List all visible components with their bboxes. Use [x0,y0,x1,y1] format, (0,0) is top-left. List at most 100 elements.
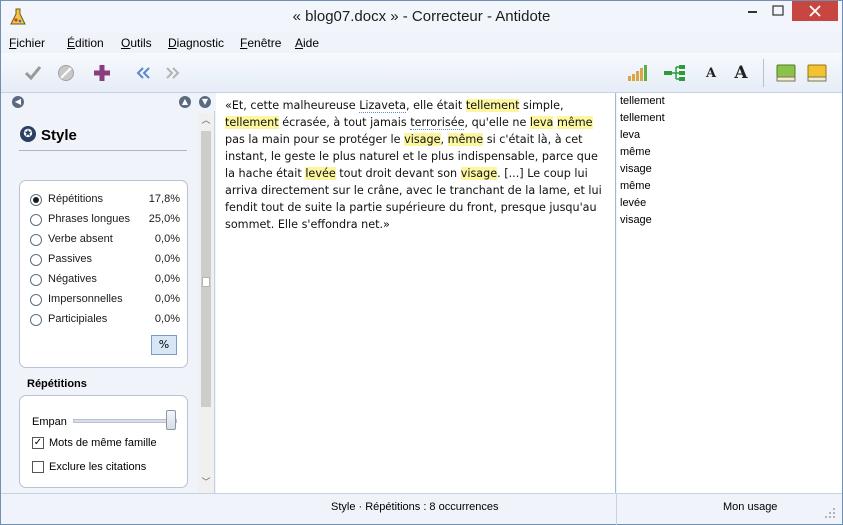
occurrence-item[interactable]: tellement [620,112,665,124]
radio-label: Participiales [48,313,108,325]
radio-option-6[interactable]: Participiales 0,0% [30,312,180,328]
resize-grip-icon[interactable] [824,507,836,519]
checkbox-exclude-quotes-label: Exclure les citations [49,461,147,473]
empan-slider-thumb[interactable] [166,410,176,430]
guides-button[interactable] [806,62,828,84]
radio-value: 0,0% [154,273,180,285]
occurrence-item[interactable]: même [620,180,651,192]
ignore-button[interactable] [55,62,77,84]
text-segment: écrasée, à tout jamais [278,116,411,129]
toolbar-separator [763,59,764,87]
radio-button[interactable] [30,254,42,266]
structure-button[interactable] [663,62,685,84]
radio-option-5[interactable]: Impersonnelles 0,0% [30,292,180,308]
repetition-highlight: visage [460,167,498,180]
maximize-button[interactable] [765,1,791,21]
book-green-icon [776,64,796,82]
previous-button[interactable] [132,62,154,84]
radio-value: 0,0% [154,293,180,305]
text-segment: pas la main pour se protéger le [225,133,405,146]
repetition-highlight: visage [404,133,441,146]
radio-value: 0,0% [154,233,180,245]
minimize-button[interactable] [739,1,765,21]
occurrence-item[interactable]: levée [620,197,646,209]
status-text: Style · Répétitions : 8 occurrences [331,501,499,513]
radio-option-1[interactable]: Phrases longues 25,0% [30,212,180,228]
repetition-highlight: même [447,133,484,146]
percent-button[interactable]: % [151,335,177,355]
flagged-word: Lizaveta [359,99,407,113]
chevron-down-icon[interactable]: ▼ [199,96,211,108]
next-button[interactable] [162,62,184,84]
left-panel-scrollbar[interactable]: ︿ ﹀ [198,113,214,493]
dictionaries-button[interactable] [775,62,797,84]
text-segment: simple, [519,99,564,112]
menu-diagnostic[interactable]: Diagnostic [168,36,224,50]
minimize-icon [748,11,757,13]
status-usage: Mon usage [723,501,778,513]
menu-bar: Fichier Édition Outils Diagnostic Fenêtr… [1,33,842,53]
radio-button[interactable] [30,314,42,326]
maximize-icon [772,5,784,16]
radio-label: Verbe absent [48,233,113,245]
radio-value: 0,0% [154,313,180,325]
collapse-left-icon[interactable]: ◀ [12,96,24,108]
text-smaller-button[interactable]: A [700,62,722,84]
text-larger-button[interactable]: A [730,62,752,84]
text-panel[interactable]: «Et, cette malheureuse Lizaveta, elle ét… [216,93,616,493]
status-bar: Style · Répétitions : 8 occurrences Mon … [1,493,842,525]
radio-label: Répétitions [48,193,104,205]
style-title: Style [41,127,77,144]
add-button[interactable] [91,62,113,84]
close-button[interactable] [792,1,838,21]
radio-option-2[interactable]: Verbe absent 0,0% [30,232,180,248]
radio-value: 25,0% [148,213,180,225]
menu-edition[interactable]: Édition [67,36,104,50]
empan-label: Empan [32,416,67,428]
repetition-highlight: levée [305,167,336,180]
next-icon [166,67,180,79]
scrollbar-thumb[interactable] [201,131,211,407]
radio-option-3[interactable]: Passives 0,0% [30,252,180,268]
text-small-icon: A [705,65,717,81]
scroll-handle[interactable] [202,277,210,287]
statistics-button[interactable] [627,62,649,84]
menu-outils[interactable]: Outils [121,36,152,50]
radio-label: Phrases longues [48,213,130,225]
left-panel: ◀ ▲ ▼ ✪ Style Répétitions 17,8% Phrases lo… [1,93,215,493]
radio-option-4[interactable]: Négatives 0,0% [30,272,180,288]
empan-slider-track[interactable] [73,419,177,423]
occurrences-list: tellement tellement leva même visage même levé… [617,93,842,493]
check-button[interactable] [22,62,44,84]
occurrence-item[interactable]: tellement [620,95,665,107]
radio-button[interactable] [30,214,42,226]
radio-option-0[interactable]: Répétitions 17,8% [30,192,180,208]
radio-button[interactable] [30,194,42,206]
checkbox-same-family-label: Mots de même famille [49,437,157,449]
menu-fichier[interactable]: Fichier [9,36,45,50]
occurrence-item[interactable]: visage [620,214,652,226]
window-title: « blog07.docx » - Correcteur - Antidote [292,8,551,25]
chevron-up-icon[interactable]: ▲ [179,96,191,108]
checkbox-exclude-quotes-box[interactable] [32,461,44,473]
radio-button[interactable] [30,274,42,286]
radio-label: Négatives [48,273,97,285]
scroll-down-icon[interactable]: ﹀ [201,477,211,489]
occurrence-item[interactable]: même [620,146,651,158]
scroll-up-icon[interactable]: ︿ [201,115,211,127]
occurrence-item[interactable]: visage [620,163,652,175]
radio-button[interactable] [30,294,42,306]
star-icon: ✪ [20,126,36,142]
text-segment: «Et, cette malheureuse [225,99,360,112]
radio-button[interactable] [30,234,42,246]
checkbox-same-family-box[interactable]: ✓ [32,437,44,449]
toolbar: A A [1,53,842,93]
repetition-highlight: même [556,116,593,129]
occurrence-item[interactable]: leva [620,129,640,141]
document-text[interactable]: «Et, cette malheureuse Lizaveta, elle ét… [225,97,611,233]
menu-fenetre[interactable]: Fenêtre [240,36,281,50]
check-icon [24,66,42,81]
menu-aide[interactable]: Aide [295,36,319,50]
radio-label: Impersonnelles [48,293,123,305]
chart-icon [628,65,647,81]
